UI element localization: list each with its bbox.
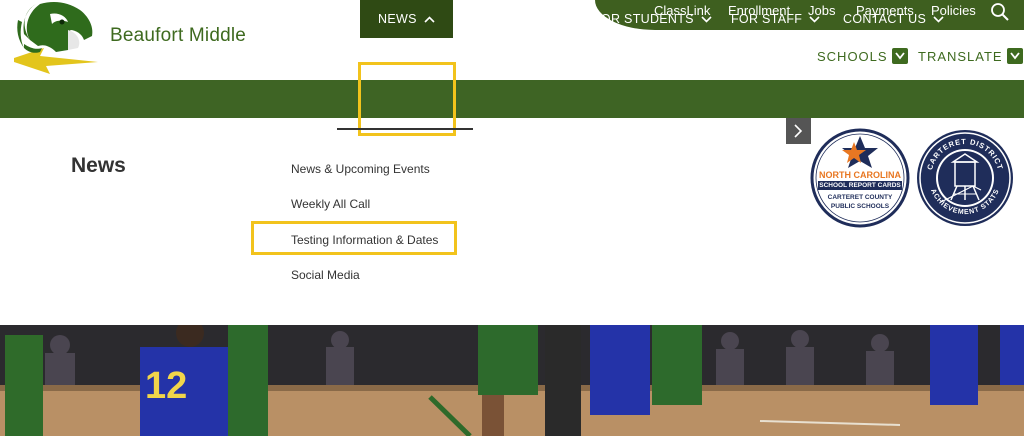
nav-contact-us[interactable]: CONTACT US	[843, 0, 944, 38]
chevron-down-icon	[1006, 48, 1023, 64]
translate-dropdown[interactable]: TRANSLATE	[918, 48, 1023, 66]
translate-label: TRANSLATE	[918, 49, 1003, 64]
nav-label: FOR PARENTS	[465, 12, 557, 26]
hero-photo: 12	[0, 325, 1024, 436]
chevron-down-icon	[233, 16, 245, 23]
panel-underline	[337, 128, 473, 130]
submenu-social-media[interactable]: Social Media	[291, 268, 360, 282]
svg-text:CARTERET DISTRICT: CARTERET DISTRICT	[925, 137, 1005, 171]
search-icon[interactable]	[990, 2, 1010, 22]
schools-label: SCHOOLS	[817, 49, 888, 64]
chevron-down-icon	[701, 16, 712, 23]
nav-news[interactable]: NEWS	[360, 0, 453, 38]
chevron-down-icon	[340, 16, 351, 23]
submenu-weekly-all-call[interactable]: Weekly All Call	[291, 197, 370, 211]
chevron-down-icon	[809, 16, 820, 23]
main-nav	[0, 80, 1024, 118]
nc-report-card-badge[interactable]: NORTH CAROLINA SCHOOL REPORT CARDS CARTE…	[810, 128, 910, 228]
submenu-testing-information[interactable]: Testing Information & Dates	[291, 233, 438, 247]
badge-bottom-text: ACHIEVEMENT STATS	[929, 188, 1000, 216]
nav-label: FOR STUDENTS	[593, 12, 694, 26]
carousel-next-button[interactable]	[786, 118, 811, 144]
nav-for-parents[interactable]: FOR PARENTS	[465, 0, 574, 38]
nav-label: QUICK LINKS	[144, 12, 227, 26]
panel-title: News	[71, 154, 126, 177]
nav-quick-links[interactable]: QUICK LINKS	[144, 0, 245, 38]
jersey-number: 12	[145, 365, 188, 407]
badge-line2: SCHOOL REPORT CARDS	[818, 181, 902, 190]
nav-label: NEWS	[378, 12, 417, 26]
chevron-down-icon	[563, 16, 574, 23]
nav-about-us[interactable]: ABOUT US	[267, 0, 351, 38]
badge-top-text: CARTERET DISTRICT	[925, 137, 1004, 171]
school-logo[interactable]	[10, 0, 100, 76]
nav-label: ABOUT US	[267, 12, 334, 26]
chevron-down-icon	[933, 16, 944, 23]
district-achievement-badge[interactable]: CARTERET DISTRICT ACHIEVEMENT STATS	[915, 128, 1015, 228]
nav-for-staff[interactable]: FOR STAFF	[731, 0, 820, 38]
submenu-news-upcoming-events[interactable]: News & Upcoming Events	[291, 162, 430, 176]
chevron-down-icon	[891, 48, 908, 64]
badge-line1: NORTH CAROLINA	[819, 170, 901, 180]
nav-label: FOR STAFF	[731, 12, 803, 26]
svg-text:ACHIEVEMENT STATS: ACHIEVEMENT STATS	[929, 188, 1001, 216]
chevron-right-icon	[794, 124, 803, 138]
schools-dropdown[interactable]: SCHOOLS	[817, 48, 908, 66]
nav-label: CONTACT US	[843, 12, 927, 26]
badge-line3: CARTERET COUNTY	[827, 194, 893, 201]
nav-for-students[interactable]: FOR STUDENTS	[593, 0, 712, 38]
chevron-up-icon	[424, 16, 435, 23]
badge-line4: PUBLIC SCHOOLS	[830, 203, 890, 210]
